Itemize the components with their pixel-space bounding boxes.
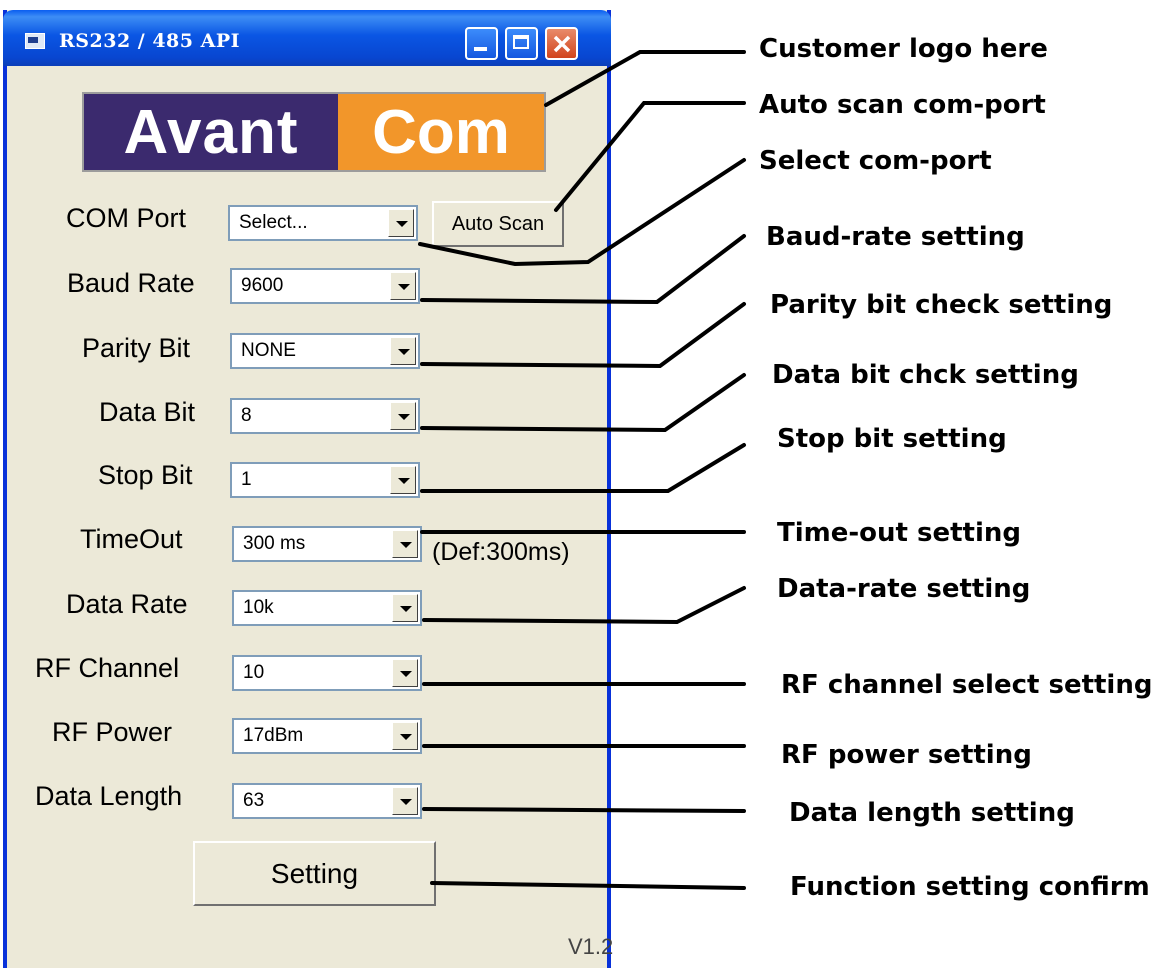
annotation-data-rate: Data-rate setting [777,574,1031,604]
annotation-rf-channel: RF channel select setting [781,670,1152,700]
annotation-data-length: Data length setting [789,798,1075,828]
annotation-baud-rate: Baud-rate setting [766,222,1025,252]
annotation-timeout: Time-out setting [777,518,1022,548]
leader-line-logo [544,50,746,107]
annotation-data-bit: Data bit chck setting [772,360,1079,390]
annotation-auto-scan: Auto scan com-port [759,90,1046,120]
annotation-logo: Customer logo here [759,34,1048,64]
annotation-com-port: Select com-port [759,146,992,176]
leader-line-data-bit [420,373,746,433]
leader-line-stop-bit [420,443,746,493]
annotation-stop-bit: Stop bit setting [777,424,1007,454]
leader-line-auto-scan [554,101,746,212]
annotation-rf-power: RF power setting [781,740,1032,770]
annotation-setting: Function setting confirm [790,872,1150,902]
leader-line-data-length [422,807,746,813]
leader-line-baud-rate [420,234,746,305]
leader-line-setting [430,881,746,890]
annotation-parity: Parity bit check setting [770,290,1113,320]
leader-line-data-rate [422,586,746,625]
leader-line-parity [420,302,746,369]
